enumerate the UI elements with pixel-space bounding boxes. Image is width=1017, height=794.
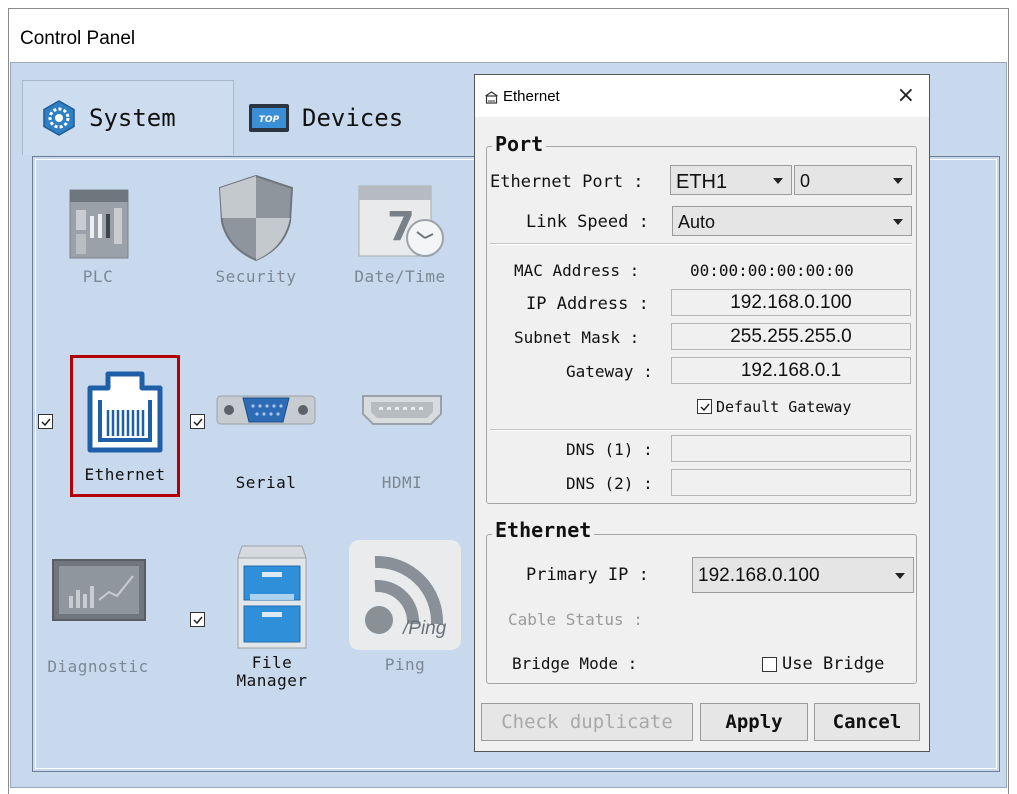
svg-text:TOP: TOP [259,115,280,125]
plc-label: PLC [82,267,114,286]
ethernet-checkbox[interactable] [38,414,53,429]
primary-ip-label: Primary IP : [526,565,649,585]
file-cabinet-icon [222,542,322,656]
ip-address-field[interactable]: 192.168.0.100 [671,289,911,316]
port-separator-1 [490,243,912,245]
filemanager-label-line2: Manager [236,671,308,690]
dns2-field[interactable] [671,469,911,496]
dialog-titlebar[interactable]: Ethernet × [475,75,929,117]
plc-tile[interactable]: PLC [38,178,158,286]
default-gateway-label: Default Gateway [716,398,852,416]
serial-label: Serial [235,473,297,492]
ip-address-label: IP Address : [526,294,649,314]
bridge-mode-label: Bridge Mode : [512,654,638,673]
cable-status-label: Cable Status : [508,610,643,629]
hdmi-label: HDMI [381,473,423,492]
ethernet-port-index-value: 0 [800,171,811,191]
dns2-label: DNS (2) : [566,474,653,493]
close-icon[interactable]: × [897,83,915,108]
tab-system[interactable]: System [22,80,234,155]
port-group-title: Port [492,132,547,156]
serial-port-icon [211,380,321,444]
ping-tile[interactable]: /Ping Ping [345,540,465,674]
ping-label: Ping [384,655,426,674]
use-bridge-label: Use Bridge [782,654,885,674]
chevron-down-icon [773,178,783,184]
top-device-icon: TOP [248,103,290,133]
port-separator-2 [490,429,912,431]
security-tile[interactable]: Security [196,170,316,286]
security-label: Security [215,267,297,286]
subnet-mask-label: Subnet Mask : [514,328,640,347]
chevron-down-icon [893,178,903,184]
filemanager-checkbox[interactable] [190,612,205,627]
serial-checkbox[interactable] [190,414,205,429]
shield-icon [208,170,304,268]
chart-monitor-icon [43,556,153,630]
network-icon [484,89,499,108]
datetime-label: Date/Time [354,267,446,286]
subnet-mask-field[interactable]: 255.255.255.0 [671,323,911,350]
gateway-field[interactable]: 192.168.0.1 [671,357,911,384]
datetime-tile[interactable]: 7 Date/Time [340,174,460,286]
chevron-down-icon [895,573,905,579]
ethernet-port-value: ETH1 [676,171,728,193]
filemanager-tile[interactable]: File Manager [212,542,332,690]
gear-hexagon-icon [41,100,77,136]
mac-address-label: MAC Address : [514,261,640,280]
diagnostic-tile[interactable]: Diagnostic [38,556,158,676]
ping-signal-icon: /Ping [349,540,461,650]
check-duplicate-button[interactable]: Check duplicate [481,703,693,741]
ethernet-port-label: Ethernet Port : [490,172,644,192]
default-gateway-checkbox[interactable] [697,399,712,414]
tab-devices[interactable]: TOP Devices [232,84,458,152]
tab-system-label: System [89,104,176,132]
ethernet-port-select[interactable]: ETH1 [670,165,792,195]
window-title: Control Panel [20,28,136,49]
filemanager-label-line1: File [251,653,293,672]
apply-button[interactable]: Apply [700,703,808,741]
gateway-label: Gateway : [566,362,653,381]
ethernet-port-index-select[interactable]: 0 [794,165,912,195]
hdmi-port-icon [347,380,457,444]
link-speed-value: Auto [678,212,716,232]
plc-icon [50,178,146,268]
link-speed-label: Link Speed : [526,212,649,232]
use-bridge-checkbox[interactable] [762,657,777,672]
ethernet-selection-highlight [70,355,180,497]
calendar-clock-icon: 7 [345,174,455,268]
link-speed-select[interactable]: Auto [672,206,912,236]
ping-badge: /Ping [403,618,447,639]
dns1-label: DNS (1) : [566,440,653,459]
dialog-title: Ethernet [503,88,560,105]
primary-ip-select[interactable]: 192.168.0.100 [692,557,914,593]
serial-tile[interactable]: Serial [206,380,326,492]
hdmi-tile[interactable]: HDMI [342,380,462,492]
mac-address-value: 00:00:00:00:00:00 [690,261,854,280]
cancel-button[interactable]: Cancel [814,703,920,741]
ethernet-group-title: Ethernet [492,518,595,542]
tab-devices-label: Devices [302,104,404,132]
chevron-down-icon [893,219,903,225]
primary-ip-value: 192.168.0.100 [698,565,820,586]
diagnostic-label: Diagnostic [47,657,149,676]
dns1-field[interactable] [671,435,911,462]
